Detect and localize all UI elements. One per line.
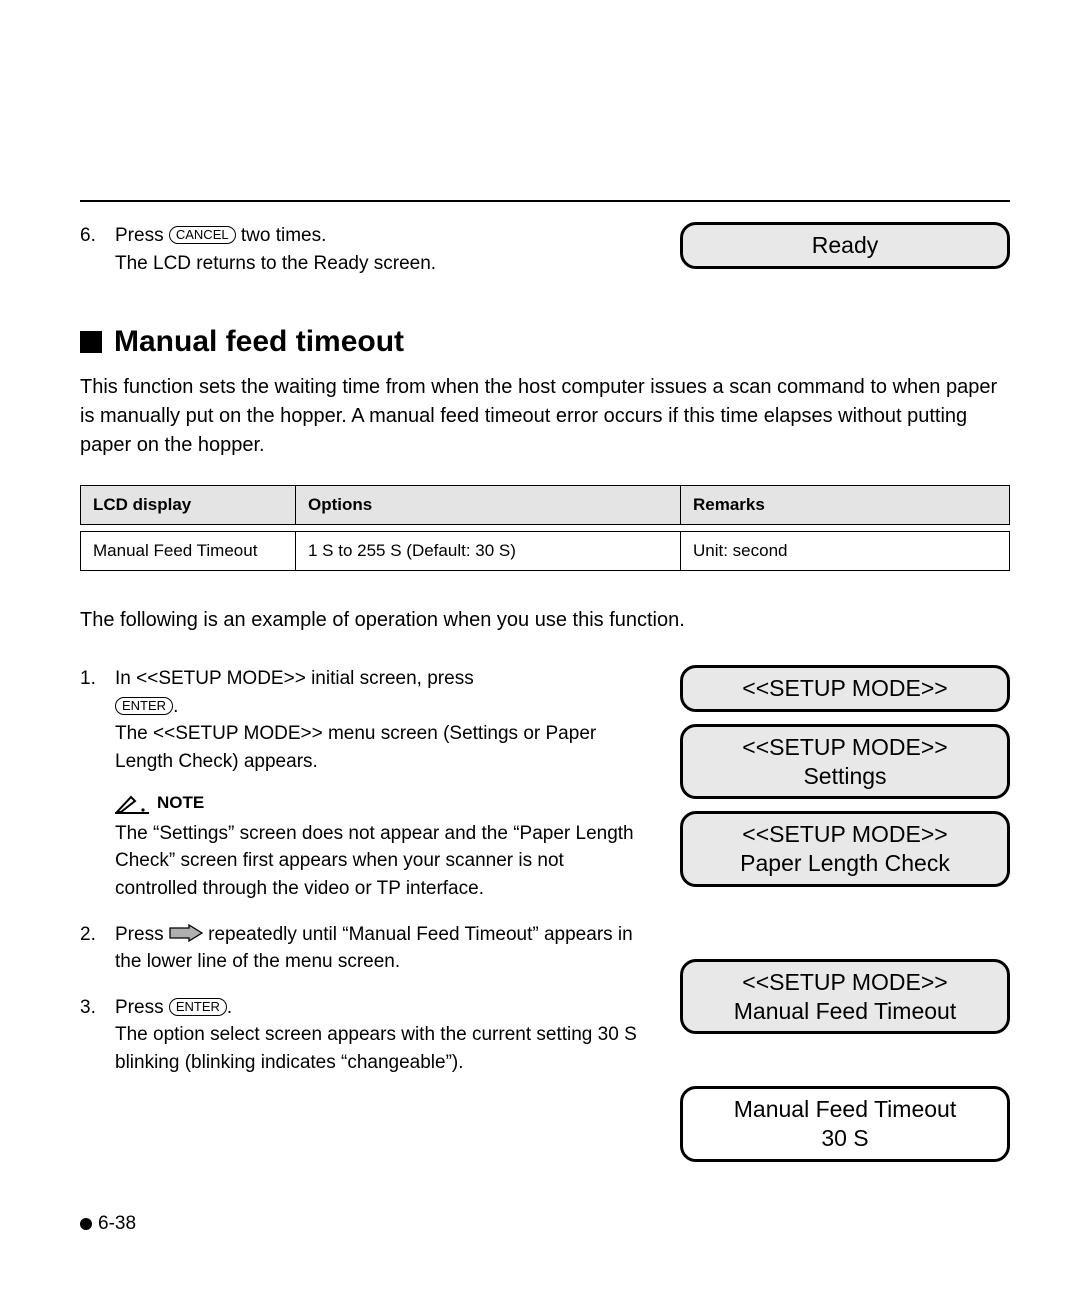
note-heading: NOTE <box>115 791 650 816</box>
step-number: 2. <box>80 921 100 976</box>
lcd-line: Manual Feed Timeout <box>734 998 956 1024</box>
step-6: 6. Press CANCEL two times. The LCD retur… <box>80 222 650 277</box>
note-label: NOTE <box>157 791 204 816</box>
lcd-setup-manual-feed: <<SETUP MODE>> Manual Feed Timeout <box>680 959 1010 1035</box>
td-remarks: Unit: second <box>681 532 1010 571</box>
text: two times. <box>236 225 327 246</box>
section-heading: Manual feed timeout <box>80 325 1010 359</box>
example-intro: The following is an example of operation… <box>80 606 1010 635</box>
text: . <box>173 696 178 717</box>
section-intro: This function sets the waiting time from… <box>80 373 1010 460</box>
text: The option select screen appears with th… <box>115 1024 637 1073</box>
lcd-setup-mode: <<SETUP MODE>> <box>680 665 1010 712</box>
step-number: 1. <box>80 665 100 902</box>
lcd-ready: Ready <box>680 222 1010 269</box>
lcd-line: <<SETUP MODE>> <box>742 969 947 995</box>
cancel-button-icon: CANCEL <box>169 226 236 244</box>
lcd-line: <<SETUP MODE>> <box>742 821 947 847</box>
steps-block: 1. In <<SETUP MODE>> initial screen, pre… <box>80 665 1010 1174</box>
options-table: LCD display Options Remarks Manual Feed … <box>80 485 1010 571</box>
lcd-manual-feed-value: Manual Feed Timeout 30 S <box>680 1086 1010 1162</box>
step-number: 6. <box>80 222 100 277</box>
step-1: 1. In <<SETUP MODE>> initial screen, pre… <box>80 665 650 902</box>
table-header-row: LCD display Options Remarks <box>81 486 1010 525</box>
page-number: 6-38 <box>98 1213 136 1235</box>
note-text: The “Settings” screen does not appear an… <box>115 820 650 903</box>
text: . <box>227 997 232 1018</box>
lcd-line: Paper Length Check <box>740 850 950 876</box>
step-body: Press CANCEL two times. The LCD returns … <box>115 222 650 277</box>
step-number: 3. <box>80 994 100 1077</box>
table-row: Manual Feed Timeout 1 S to 255 S (Defaul… <box>81 532 1010 571</box>
text: Press <box>115 225 164 246</box>
step-body: Press repeatedly until “Manual Feed Time… <box>115 921 650 976</box>
note-icon <box>115 794 149 814</box>
step-body: In <<SETUP MODE>> initial screen, press … <box>115 665 650 902</box>
table-spacer <box>81 525 1010 532</box>
th-lcd-display: LCD display <box>81 486 296 525</box>
text: The LCD returns to the Ready screen. <box>115 253 436 274</box>
text: Press <box>115 924 169 945</box>
section-bullet-icon <box>80 331 102 353</box>
lcd-line: Settings <box>803 763 886 789</box>
th-remarks: Remarks <box>681 486 1010 525</box>
next-arrow-icon <box>169 924 203 942</box>
section-title-text: Manual feed timeout <box>114 325 404 359</box>
step-2: 2. Press repeatedly until “Manual Feed T… <box>80 921 650 976</box>
text: Press <box>115 997 169 1018</box>
enter-button-icon: ENTER <box>169 998 227 1016</box>
lcd-line: <<SETUP MODE>> <box>742 734 947 760</box>
text: In <<SETUP MODE>> initial screen, press <box>115 668 474 689</box>
enter-button-icon: ENTER <box>115 697 173 715</box>
text: The <<SETUP MODE>> menu screen (Settings… <box>115 723 596 772</box>
step-3: 3. Press ENTER. The option select screen… <box>80 994 650 1077</box>
top-rule <box>80 200 1010 202</box>
lcd-line: Manual Feed Timeout <box>734 1096 956 1122</box>
step6-row: 6. Press CANCEL two times. The LCD retur… <box>80 222 1010 295</box>
td-lcd-display: Manual Feed Timeout <box>81 532 296 571</box>
lcd-setup-paper-length: <<SETUP MODE>> Paper Length Check <box>680 811 1010 887</box>
lcd-setup-settings: <<SETUP MODE>> Settings <box>680 724 1010 800</box>
page-footer: 6-38 <box>80 1213 136 1235</box>
lcd-line: <<SETUP MODE>> <box>742 675 947 701</box>
footer-bullet-icon <box>80 1218 92 1230</box>
lcd-line: 30 S <box>821 1125 868 1151</box>
th-options: Options <box>296 486 681 525</box>
step-body: Press ENTER. The option select screen ap… <box>115 994 650 1077</box>
lcd-line: Ready <box>812 232 878 258</box>
td-options: 1 S to 255 S (Default: 30 S) <box>296 532 681 571</box>
